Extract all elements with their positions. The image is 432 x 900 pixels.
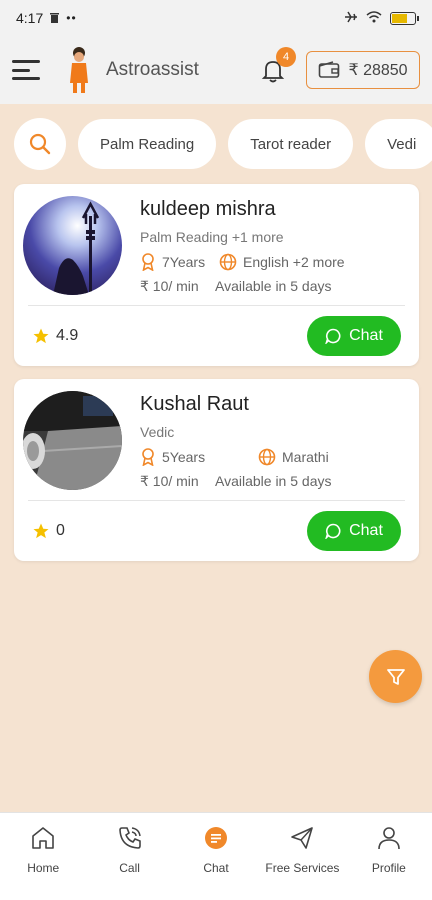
- home-icon: [28, 823, 58, 853]
- chat-icon: [201, 823, 231, 853]
- app-logo: [70, 47, 88, 93]
- nav-label: Chat: [203, 861, 229, 875]
- battery-icon: [390, 11, 419, 25]
- filter-chip-vedic[interactable]: Vedi: [365, 119, 432, 169]
- app-header: Astroassist 4 ₹ 28850: [0, 36, 432, 104]
- experience: 7Years: [162, 254, 206, 270]
- divider: [28, 500, 405, 501]
- search-button[interactable]: [14, 118, 66, 170]
- avatar: [23, 196, 122, 295]
- wifi-icon: [366, 10, 382, 27]
- airplane-icon: [344, 10, 358, 27]
- astrologer-skills: Palm Reading +1 more: [140, 229, 284, 245]
- filter-icon: [386, 668, 405, 685]
- experience-row: 5Years: [140, 448, 205, 466]
- languages: English +2 more: [243, 254, 345, 270]
- nav-home[interactable]: Home: [0, 813, 86, 900]
- avatar: [23, 391, 122, 490]
- status-time: 4:17: [16, 10, 44, 26]
- search-icon: [29, 133, 51, 155]
- astrologer-skills: Vedic: [140, 424, 175, 440]
- nav-free-services[interactable]: Free Services: [259, 813, 345, 900]
- astrologer-name: kuldeep mishra: [140, 198, 276, 220]
- language-row: English +2 more: [219, 253, 345, 271]
- astrologer-card[interactable]: Kushal Raut Vedic 5Years Marathi ₹ 10/ m…: [14, 379, 419, 561]
- availability: Available in 5 days: [215, 278, 332, 294]
- nav-profile[interactable]: Profile: [346, 813, 432, 900]
- wallet-icon: [319, 61, 340, 78]
- chat-bubble-icon: [325, 523, 341, 539]
- globe-icon: [219, 253, 237, 271]
- phone-icon: [115, 823, 145, 853]
- rating: 0: [32, 522, 65, 540]
- star-icon: [33, 328, 49, 344]
- astrologer-name: Kushal Raut: [140, 393, 249, 415]
- star-icon: [33, 523, 49, 539]
- filter-chip-tarot-reader[interactable]: Tarot reader: [228, 119, 354, 169]
- rating: 4.9: [32, 327, 78, 345]
- globe-icon: [258, 448, 276, 466]
- experience-row: 7Years: [140, 253, 205, 271]
- app-title: Astroassist: [106, 59, 199, 80]
- nav-label: Call: [119, 861, 140, 875]
- languages: Marathi: [282, 449, 329, 465]
- menu-icon[interactable]: [12, 60, 40, 80]
- language-row: Marathi: [258, 448, 329, 466]
- notification-badge: 4: [276, 47, 296, 67]
- price: ₹ 10/ min: [140, 278, 199, 294]
- trash-icon: [49, 10, 60, 26]
- filter-chips: Palm Reading Tarot reader Vedi: [0, 116, 432, 172]
- chat-bubble-icon: [325, 328, 341, 344]
- filter-chip-palm-reading[interactable]: Palm Reading: [78, 119, 217, 169]
- nav-label: Free Services: [265, 861, 340, 875]
- wallet-balance: ₹ 28850: [348, 62, 408, 79]
- nav-label: Home: [27, 861, 60, 875]
- nav-chat[interactable]: Chat: [173, 813, 259, 900]
- price: ₹ 10/ min: [140, 473, 199, 489]
- wallet-button[interactable]: ₹ 28850: [306, 51, 420, 89]
- user-icon: [374, 823, 404, 853]
- chat-button-label: Chat: [349, 522, 383, 539]
- availability: Available in 5 days: [215, 473, 332, 489]
- experience: 5Years: [162, 449, 206, 465]
- chat-button-label: Chat: [349, 327, 383, 344]
- bottom-nav: Home Call Chat Free Services Profile: [0, 812, 432, 900]
- status-bar: 4:17 ••: [0, 0, 432, 36]
- notification-button[interactable]: 4: [258, 47, 296, 85]
- rating-value: 0: [56, 522, 65, 539]
- send-icon: [287, 823, 317, 853]
- filter-fab-button[interactable]: [369, 650, 422, 703]
- chat-button[interactable]: Chat: [307, 316, 401, 356]
- nav-call[interactable]: Call: [86, 813, 172, 900]
- more-dots-icon: ••: [66, 11, 77, 25]
- rating-value: 4.9: [56, 327, 79, 344]
- nav-label: Profile: [371, 861, 406, 875]
- award-icon: [140, 253, 156, 271]
- chat-button[interactable]: Chat: [307, 511, 401, 551]
- award-icon: [140, 448, 156, 466]
- astrologer-card[interactable]: kuldeep mishra Palm Reading +1 more 7Yea…: [14, 184, 419, 366]
- divider: [28, 305, 405, 306]
